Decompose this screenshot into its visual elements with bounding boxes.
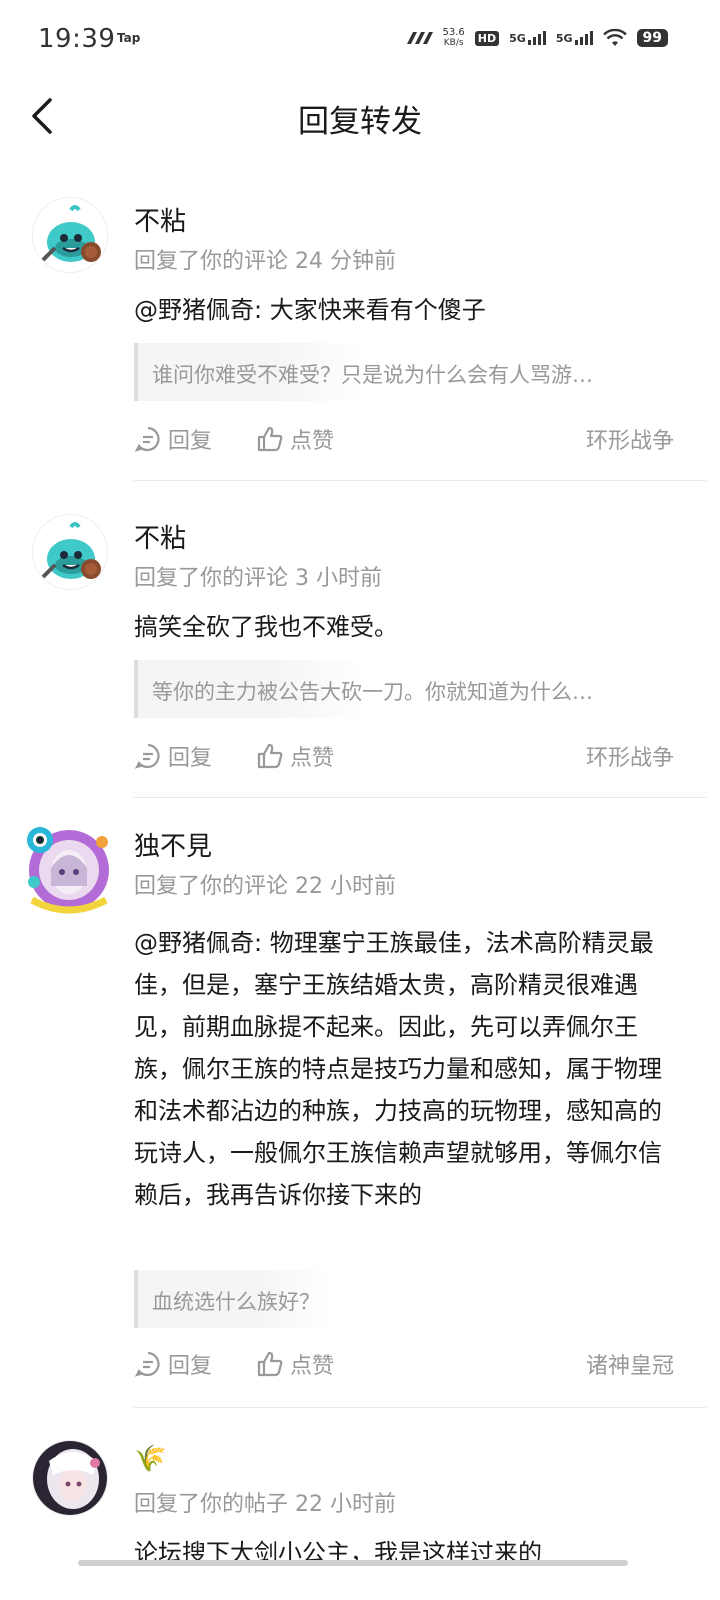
- reply-label: 回复: [168, 1354, 213, 1379]
- reply-content[interactable]: 搞笑全砍了我也不难受。: [134, 606, 680, 648]
- notification-item[interactable]: 独不見 回复了你的评论 22 小时前 @野猪佩奇: 物理塞宁王族最佳，法术高阶精…: [0, 822, 720, 1408]
- action-bar: 回复 点赞 环形战争: [134, 740, 674, 780]
- reply-content[interactable]: @野猪佩奇: 大家快来看有个傻子: [134, 289, 680, 331]
- username[interactable]: 独不見: [134, 826, 212, 863]
- net-speed-value: 53.6: [442, 27, 465, 38]
- reply-content[interactable]: 论坛搜下大剑小公主，我是这样过来的: [134, 1532, 680, 1574]
- thumbs-up-icon: [257, 1351, 283, 1377]
- signal-bars-icon: [574, 31, 593, 45]
- reply-meta: 回复了你的评论 3 小时前: [134, 566, 382, 591]
- signal-2: 5G: [556, 31, 593, 45]
- signal-1: 5G: [509, 31, 546, 45]
- avatar[interactable]: [22, 822, 116, 916]
- hd-icon: HD: [474, 30, 500, 46]
- notification-item[interactable]: 🌾 回复了你的帖子 22 小时前 论坛搜下大剑小公主，我是这样过来的: [0, 1440, 720, 1600]
- slime-avatar-icon: [33, 515, 107, 589]
- nav-bar: 回复转发: [0, 80, 720, 156]
- reply-content[interactable]: @野猪佩奇: 物理塞宁王族最佳，法术高阶精灵最佳，但是，塞宁王族结婚太贵，高阶精…: [134, 922, 680, 1216]
- status-bar: 19:39 Tap 53.6 KB/s HD 5G 5G 99: [0, 0, 720, 80]
- quoted-comment[interactable]: 谁问你难受不难受？只是说为什么会有人骂游…: [134, 343, 593, 401]
- net-speed-unit: KB/s: [443, 38, 464, 48]
- thumbs-up-icon: [257, 743, 283, 769]
- divider: [134, 797, 706, 798]
- reply-meta: 回复了你的帖子 22 小时前: [134, 1492, 396, 1517]
- comment-icon: [134, 1351, 160, 1377]
- like-button[interactable]: 点赞: [256, 423, 334, 455]
- like-button[interactable]: 点赞: [256, 740, 334, 772]
- game-tag[interactable]: 环形战争: [586, 423, 674, 455]
- page-title: 回复转发: [298, 104, 422, 140]
- username[interactable]: 不粘: [134, 518, 186, 555]
- white-hair-girl-avatar-icon: [33, 1441, 107, 1515]
- network-type-2: 5G: [555, 32, 573, 45]
- action-bar: 回复 点赞 诸神皇冠: [134, 1348, 674, 1388]
- notification-item[interactable]: 不粘 回复了你的评论 24 分钟前 @野猪佩奇: 大家快来看有个傻子 谁问你难受…: [0, 197, 720, 481]
- quoted-text: 等你的主力被公告大砍一刀。你就知道为什么…: [152, 680, 593, 704]
- quoted-text: 谁问你难受不难受？只是说为什么会有人骂游…: [152, 363, 593, 387]
- status-time: 19:39: [38, 24, 116, 54]
- comment-icon: [134, 743, 160, 769]
- quoted-comment[interactable]: 等你的主力被公告大砍一刀。你就知道为什么…: [134, 660, 593, 718]
- reply-label: 回复: [168, 746, 213, 771]
- comment-icon: [134, 426, 160, 452]
- divider: [134, 480, 706, 481]
- reply-label: 回复: [168, 429, 213, 454]
- username[interactable]: 不粘: [134, 201, 186, 238]
- quoted-text: 血统选什么族好？: [152, 1290, 320, 1314]
- reply-button[interactable]: 回复: [134, 423, 212, 455]
- notification-item[interactable]: 不粘 回复了你的评论 3 小时前 搞笑全砍了我也不难受。 等你的主力被公告大砍一…: [0, 514, 720, 798]
- network-type-1: 5G: [509, 32, 526, 45]
- avatar[interactable]: [32, 1440, 108, 1516]
- notification-logo-icon: [406, 32, 433, 44]
- quoted-comment[interactable]: 血统选什么族好？: [134, 1270, 334, 1328]
- slime-avatar-icon: [33, 198, 107, 272]
- like-label: 点赞: [290, 746, 335, 771]
- like-label: 点赞: [290, 1354, 335, 1379]
- game-tag[interactable]: 环形战争: [586, 740, 674, 772]
- like-label: 点赞: [290, 429, 335, 454]
- game-tag[interactable]: 诸神皇冠: [586, 1348, 674, 1380]
- reply-meta: 回复了你的评论 24 分钟前: [134, 249, 396, 274]
- avatar[interactable]: [32, 197, 108, 273]
- status-app-indicator: Tap: [117, 31, 141, 45]
- username[interactable]: 🌾: [134, 1444, 166, 1474]
- anime-girl-avatar-icon: [22, 822, 116, 916]
- battery-icon: 99: [636, 29, 668, 47]
- like-button[interactable]: 点赞: [256, 1348, 334, 1380]
- home-indicator[interactable]: [78, 1560, 628, 1566]
- status-icons: 53.6 KB/s HD 5G 5G 99: [403, 27, 668, 49]
- avatar[interactable]: [32, 514, 108, 590]
- reply-button[interactable]: 回复: [134, 1348, 212, 1380]
- reply-button[interactable]: 回复: [134, 740, 212, 772]
- action-bar: 回复 点赞 环形战争: [134, 423, 674, 463]
- divider: [134, 1407, 706, 1408]
- reply-meta: 回复了你的评论 22 小时前: [134, 874, 396, 899]
- thumbs-up-icon: [257, 426, 283, 452]
- net-speed: 53.6 KB/s: [443, 27, 465, 49]
- wifi-icon: [602, 29, 627, 46]
- signal-bars-icon: [527, 31, 546, 45]
